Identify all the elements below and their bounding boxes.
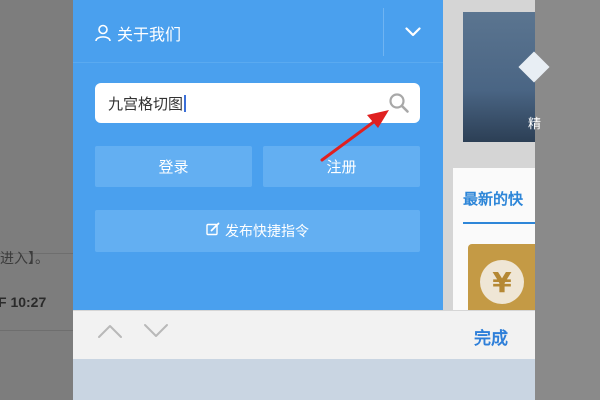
annotation-arrow <box>320 110 389 162</box>
